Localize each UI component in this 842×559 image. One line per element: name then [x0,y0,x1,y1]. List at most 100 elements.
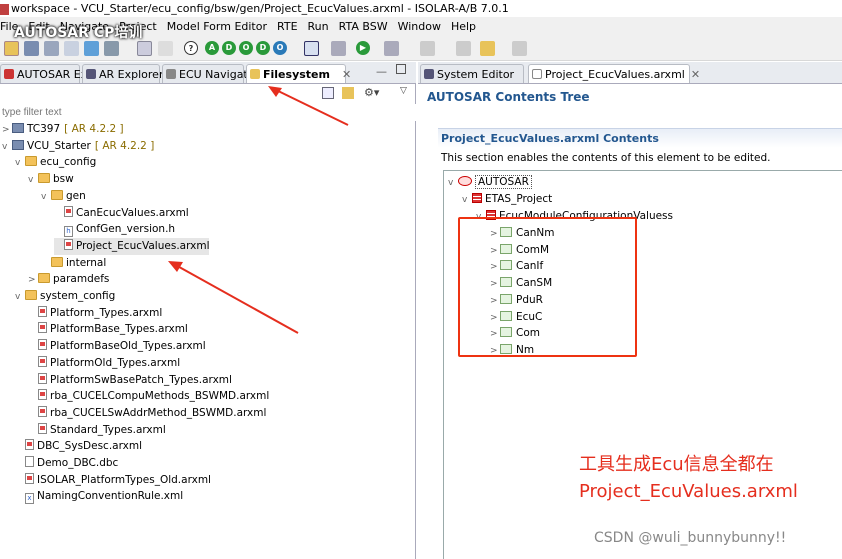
close-editor-icon[interactable]: ✕ [691,68,700,81]
help-icon[interactable]: ? [184,41,198,55]
chevron-down-icon[interactable]: v [15,155,25,172]
tree-item-label: rba_CUCELCompuMethods_BSWMD.arxml [50,390,270,403]
chevron-down-icon[interactable]: v [462,192,472,209]
rte-icon[interactable] [304,41,319,56]
tool-icon[interactable] [104,41,119,56]
tree-item[interactable]: > paramdefs [28,271,109,288]
tree-item[interactable]: rba_CUCELCompuMethods_BSWMD.arxml [28,388,269,405]
filesystem-icon [250,69,260,79]
tab-project-ecucvalues[interactable]: Project_EcucValues.arxml ✕ [528,64,700,83]
previous-edit-icon[interactable] [456,41,471,56]
tree-item[interactable]: Project_EcucValues.arxml [54,237,210,255]
filter-input[interactable] [0,104,416,121]
build-icon[interactable] [84,41,99,56]
tree-item[interactable]: v ecu_config [15,154,96,171]
tree-item-label: Demo_DBC.dbc [37,457,119,469]
folder-icon [51,189,63,200]
tree-item[interactable]: Standard_Types.arxml [28,422,166,439]
tree-node-etas-project[interactable]: v ETAS_Project [462,191,552,208]
tab-filesystem[interactable]: Filesystem ✕ [246,64,351,83]
tree-item[interactable]: rba_CUCELSwAddrMethod_BSWMD.arxml [28,405,266,422]
menu-rta-bsw[interactable]: RTA BSW [339,17,388,36]
tab-ar-explorer[interactable]: AR Explorer [82,64,163,83]
tree-item[interactable]: h ConfGen_version.h [54,221,175,238]
tool-o-button[interactable]: O [239,41,253,55]
tab-system-editor[interactable]: System Editor [420,64,524,83]
gear-icon[interactable] [331,41,346,56]
chevron-down-icon[interactable]: ▽ [400,86,407,96]
menu-window[interactable]: Window [398,17,441,36]
cursor-icon[interactable] [137,41,152,56]
menu-model-form-editor[interactable]: Model Form Editor [167,17,267,36]
arxml-file-icon [532,69,542,79]
tree-item[interactable]: internal [41,255,106,272]
tree-item-label: PlatformOld_Types.arxml [50,356,181,369]
tool-o2-button[interactable]: O [273,41,287,55]
tree-item-label: internal [66,256,107,269]
tree-item[interactable]: v gen [41,188,86,205]
tree-item-label: ConfGen_version.h [76,223,176,236]
watermark-text: AUTOSAR CP培训 [14,25,143,41]
tree-item[interactable]: PlatformBaseOld_Types.arxml [28,338,206,355]
menu-run[interactable]: Run [308,17,329,36]
tab-autosar-explorer[interactable]: AUTOSAR Ex [0,64,87,83]
tree-item[interactable]: ISOLAR_PlatformTypes_Old.arxml [15,472,211,489]
maximize-icon[interactable] [396,64,406,74]
chevron-down-icon[interactable]: v [15,289,25,306]
new-icon[interactable] [4,41,19,56]
tree-item-label: PlatformBaseOld_Types.arxml [50,340,206,353]
tree-item[interactable]: > TC397[ AR 4.2.2 ] [2,121,124,138]
back-icon[interactable] [480,41,495,56]
chevron-down-icon[interactable]: v [41,189,51,206]
arxml-file-icon [38,422,47,434]
minimize-icon[interactable]: — [376,65,387,78]
save-icon[interactable] [24,41,39,56]
chevron-down-icon[interactable]: v [2,139,12,156]
tree-item[interactable]: Platform_Types.arxml [28,305,162,322]
tool-a-button[interactable]: A [205,41,219,55]
link-editor-icon[interactable] [342,87,354,99]
external-tools-icon[interactable] [384,41,399,56]
arxml-file-icon [38,305,47,317]
view-menu-icon[interactable]: ⚙▾ [364,86,379,99]
run-icon[interactable]: ▶ [356,41,370,55]
chevron-down-icon[interactable]: v [448,175,458,192]
tree-item[interactable]: CanEcucValues.arxml [54,205,189,222]
arxml-file-icon [25,439,34,451]
window-title: workspace - VCU_Starter/ecu_config/bsw/g… [11,2,509,15]
tool-d2-button[interactable]: D [256,41,270,55]
close-tab-icon[interactable]: ✕ [342,68,351,81]
section-title[interactable]: Project_EcucValues.arxml Contents [441,132,659,145]
chevron-right-icon[interactable]: > [2,122,12,139]
tree-node-autosar[interactable]: v AUTOSAR [448,174,532,191]
menu-rte[interactable]: RTE [277,17,298,36]
print-icon[interactable] [64,41,79,56]
menu-help[interactable]: Help [451,17,476,36]
tool-d-button[interactable]: D [222,41,236,55]
xml-file-icon: x [25,493,34,505]
arxml-file-icon [64,238,73,250]
tree-item[interactable]: v VCU_Starter[ AR 4.2.2 ] [2,138,154,155]
tree-item[interactable]: x NamingConventionRule.xml [15,488,183,505]
zoom-icon[interactable] [158,41,173,56]
tree-item[interactable]: DBC_SysDesc.arxml [15,438,142,455]
tree-item-label: paramdefs [53,273,110,286]
tab-ecu-navigator[interactable]: ECU Navigat [162,64,248,83]
tree-item[interactable]: v bsw [28,171,74,188]
tree-item[interactable]: PlatformSwBasePatch_Types.arxml [28,372,232,389]
project-icon [12,139,24,150]
pin-icon[interactable] [420,41,435,56]
annotation-text: 工具生成Ecu信息全都在 Project_EcuValues.arxml [579,451,798,505]
chevron-down-icon[interactable]: v [28,172,38,189]
tree-item[interactable]: v system_config [15,288,115,305]
forward-icon[interactable] [512,41,527,56]
save-all-icon[interactable] [44,41,59,56]
collapse-all-icon[interactable] [322,87,334,99]
folder-icon [25,290,37,300]
tree-item[interactable]: PlatformOld_Types.arxml [28,355,180,372]
tree-item[interactable]: PlatformBase_Types.arxml [28,321,188,338]
tree-item[interactable]: Demo_DBC.dbc [15,455,118,472]
tree-item-label: ISOLAR_PlatformTypes_Old.arxml [37,473,211,486]
chevron-right-icon[interactable]: > [28,272,38,289]
window-title-bar: workspace - VCU_Starter/ecu_config/bsw/g… [0,0,842,17]
